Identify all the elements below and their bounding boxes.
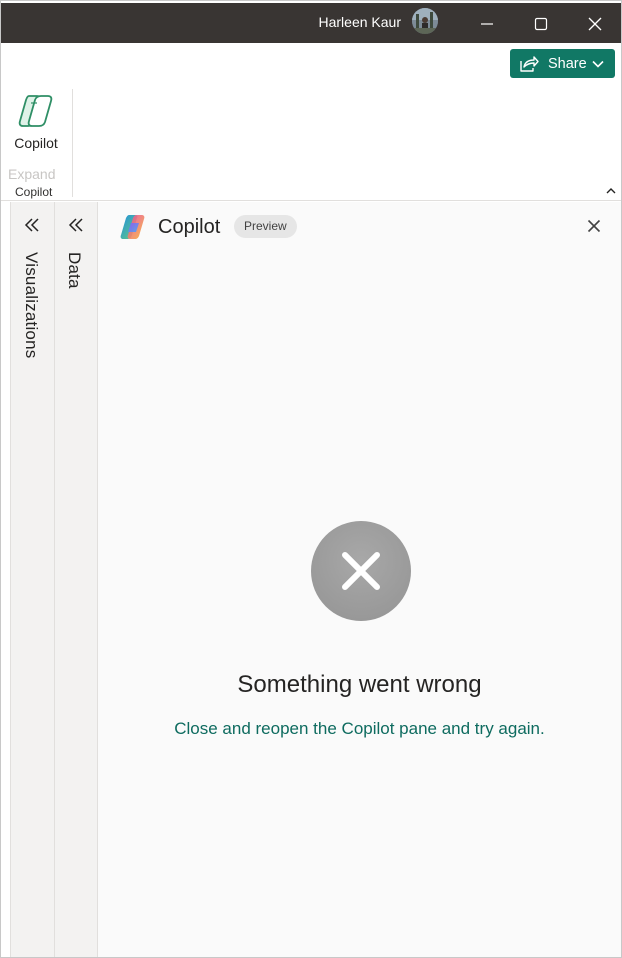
expand-visualizations-icon[interactable] xyxy=(23,216,41,234)
chevron-up-icon xyxy=(606,187,616,193)
data-pane-collapsed[interactable]: Data xyxy=(55,202,98,957)
share-label: Share xyxy=(548,55,587,72)
maximize-icon xyxy=(534,17,548,31)
visualizations-pane-label: Visualizations xyxy=(22,252,41,359)
copilot-logo-icon xyxy=(120,215,145,239)
error-icon xyxy=(311,521,411,621)
title-bar: Harleen Kaur xyxy=(1,1,621,43)
ribbon: Copilot Expand Copilot xyxy=(1,85,621,201)
error-message: Close and reopen the Copilot pane and tr… xyxy=(174,719,545,738)
ribbon-group-label: Copilot xyxy=(15,185,53,199)
copilot-ribbon-button[interactable]: Copilot xyxy=(7,93,65,157)
expand-label: Expand xyxy=(8,166,56,182)
close-icon xyxy=(588,17,602,31)
copilot-pane: Copilot Preview Something went wrong Clo… xyxy=(98,202,621,957)
visualizations-pane-collapsed[interactable]: Visualizations xyxy=(10,202,55,957)
share-icon xyxy=(520,55,539,72)
ribbon-divider xyxy=(72,89,73,197)
user-name[interactable]: Harleen Kaur xyxy=(319,14,402,30)
minimize-icon xyxy=(481,23,493,25)
error-title: Something went wrong xyxy=(237,671,482,698)
copilot-icon xyxy=(18,95,53,127)
ribbon-header: Share xyxy=(1,43,621,85)
collapse-ribbon-button[interactable] xyxy=(604,183,618,197)
window-close-button[interactable] xyxy=(573,7,617,41)
share-button[interactable]: Share xyxy=(510,49,615,78)
app-window: Harleen Kaur Share Copilot Expand Copilo… xyxy=(0,0,622,958)
close-pane-icon[interactable] xyxy=(586,218,602,234)
maximize-button[interactable] xyxy=(519,7,563,41)
data-pane-label: Data xyxy=(65,252,84,289)
copilot-pane-title: Copilot xyxy=(158,216,221,238)
preview-badge: Preview xyxy=(234,215,297,238)
user-avatar[interactable] xyxy=(412,8,438,34)
expand-data-icon[interactable] xyxy=(67,216,85,234)
copilot-button-label: Copilot xyxy=(14,135,58,151)
chevron-down-icon xyxy=(592,60,604,68)
minimize-button[interactable] xyxy=(465,7,509,41)
